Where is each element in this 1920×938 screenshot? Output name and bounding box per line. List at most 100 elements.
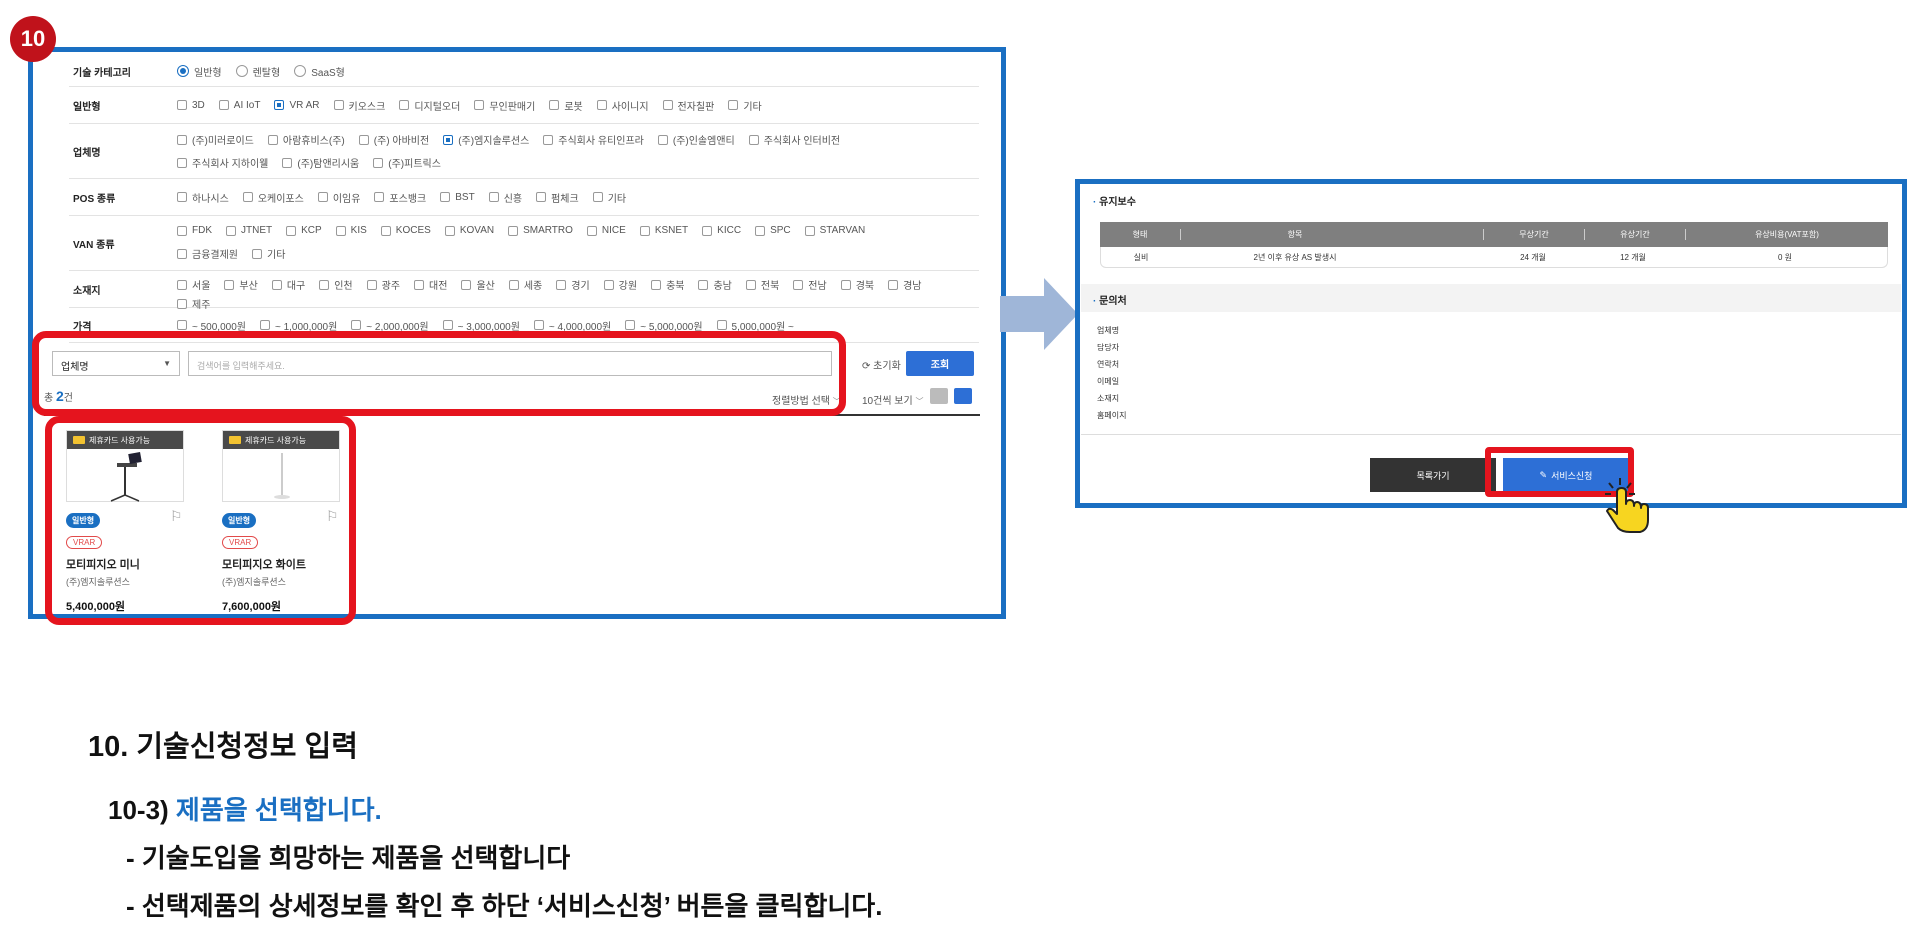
checkbox-icon[interactable] — [177, 192, 187, 202]
checkbox-icon[interactable] — [399, 100, 410, 110]
checkbox-option[interactable]: 3D — [177, 100, 205, 111]
checkbox-icon[interactable] — [592, 192, 603, 202]
checkbox-icon[interactable] — [508, 279, 519, 290]
checkbox-icon[interactable] — [662, 100, 673, 110]
checkbox-icon[interactable] — [177, 298, 187, 309]
radio-option[interactable]: 렌탈형 — [235, 64, 280, 79]
checkbox-option[interactable]: (주)인솔엠앤티 — [657, 132, 735, 147]
radio-icon[interactable] — [294, 65, 307, 77]
checkbox-option[interactable]: (주)엠지솔루션스 — [443, 132, 529, 147]
checkbox-option[interactable]: 기타 — [592, 190, 626, 205]
checkbox-option[interactable]: 금융결제원 — [177, 246, 238, 261]
checkbox-icon[interactable] — [373, 157, 384, 168]
checkbox-option[interactable]: 오케이포스 — [242, 190, 304, 205]
radio-option[interactable]: 일반형 — [177, 64, 222, 79]
checkbox-icon[interactable] — [755, 225, 766, 236]
checkbox-icon[interactable] — [698, 279, 709, 290]
checkbox-option[interactable]: SPC — [755, 225, 791, 236]
checkbox-icon[interactable] — [728, 100, 739, 110]
checkbox-option[interactable]: 인천 — [319, 277, 353, 292]
checkbox-icon[interactable] — [358, 134, 369, 145]
checkbox-icon[interactable] — [536, 192, 547, 202]
checkbox-icon[interactable] — [804, 225, 815, 236]
checkbox-icon[interactable] — [224, 279, 235, 290]
checkbox-icon[interactable] — [533, 320, 544, 330]
checkbox-option[interactable]: 사이니지 — [596, 98, 649, 113]
checkbox-icon[interactable] — [488, 192, 499, 202]
checkbox-option[interactable]: JTNET — [226, 225, 272, 236]
checkbox-icon[interactable] — [443, 134, 454, 145]
checkbox-option[interactable]: 아람휴비스(주) — [267, 132, 345, 147]
checkbox-icon[interactable] — [442, 320, 453, 330]
checkbox-option[interactable]: 서울 — [177, 277, 210, 292]
checkbox-icon[interactable] — [274, 100, 285, 110]
list-button[interactable]: 목록가기 — [1370, 458, 1496, 492]
checkbox-option[interactable]: 주식회사 인터비전 — [748, 132, 840, 147]
checkbox-icon[interactable] — [319, 279, 330, 290]
checkbox-option[interactable]: VR AR — [274, 100, 320, 111]
checkbox-option[interactable]: (주) 아바비전 — [358, 132, 429, 147]
checkbox-icon[interactable] — [702, 225, 713, 236]
checkbox-option[interactable]: 대전 — [414, 277, 447, 292]
checkbox-option[interactable]: KSNET — [639, 225, 688, 236]
checkbox-option[interactable]: 전자칠판 — [662, 98, 714, 113]
checkbox-option[interactable]: FDK — [177, 225, 212, 236]
checkbox-icon[interactable] — [840, 279, 851, 290]
checkbox-icon[interactable] — [317, 192, 328, 202]
checkbox-option[interactable]: 경기 — [556, 277, 590, 292]
checkbox-icon[interactable] — [242, 192, 253, 202]
checkbox-icon[interactable] — [888, 279, 899, 290]
checkbox-option[interactable]: 전북 — [745, 277, 779, 292]
checkbox-icon[interactable] — [549, 100, 560, 110]
checkbox-option[interactable]: 경북 — [840, 277, 874, 292]
checkbox-icon[interactable] — [259, 320, 270, 330]
checkbox-option[interactable]: 기타 — [252, 246, 285, 261]
checkbox-icon[interactable] — [657, 134, 668, 145]
checkbox-icon[interactable] — [351, 320, 362, 330]
checkbox-icon[interactable] — [440, 192, 451, 202]
checkbox-option[interactable]: KIS — [335, 225, 367, 236]
search-button[interactable]: 조회 — [906, 351, 974, 376]
checkbox-icon[interactable] — [651, 279, 662, 290]
checkbox-option[interactable]: (주)피트릭스 — [373, 155, 441, 170]
checkbox-icon[interactable] — [252, 248, 262, 259]
checkbox-option[interactable]: KOCES — [380, 225, 431, 236]
checkbox-option[interactable]: 무인판매기 — [474, 98, 535, 113]
checkbox-option[interactable]: 이임유 — [317, 190, 360, 205]
checkbox-option[interactable]: AI IoT — [218, 100, 260, 111]
checkbox-option[interactable]: 기타 — [728, 98, 762, 113]
checkbox-icon[interactable] — [745, 279, 756, 290]
checkbox-option[interactable]: 신흥 — [488, 190, 522, 205]
checkbox-icon[interactable] — [380, 225, 391, 236]
checkbox-icon[interactable] — [748, 134, 759, 145]
checkbox-option[interactable]: 충남 — [698, 277, 732, 292]
checkbox-icon[interactable] — [177, 248, 187, 259]
checkbox-icon[interactable] — [218, 100, 229, 110]
checkbox-option[interactable]: 광주 — [366, 277, 400, 292]
checkbox-icon[interactable] — [474, 100, 485, 110]
checkbox-icon[interactable] — [508, 225, 519, 236]
checkbox-option[interactable]: 하나시스 — [177, 190, 229, 205]
checkbox-icon[interactable] — [444, 225, 455, 236]
product-card[interactable]: 제휴카드 사용가능 일반형 VRAR 모티피지오 화이트 (주)엠지솔루션스 7… — [222, 430, 340, 614]
checkbox-option[interactable]: 강원 — [603, 277, 637, 292]
checkbox-icon[interactable] — [716, 320, 727, 330]
checkbox-option[interactable]: 충북 — [651, 277, 684, 292]
reset-button[interactable]: ⟳ 초기화 — [862, 357, 901, 372]
checkbox-icon[interactable] — [461, 279, 472, 290]
product-card[interactable]: 제휴카드 사용가능 일반형 VRAR 모티피지오 미니 (주)엠지솔루션스 5,… — [66, 430, 184, 614]
checkbox-icon[interactable] — [414, 279, 425, 290]
checkbox-icon[interactable] — [177, 225, 187, 236]
checkbox-icon[interactable] — [556, 279, 567, 290]
per-page-select[interactable]: 10건씩 보기 ﹀ — [862, 392, 923, 407]
checkbox-option[interactable]: 주식회사 지하이웰 — [177, 155, 268, 170]
bookmark-icon[interactable]: ⚐ — [170, 508, 183, 525]
checkbox-icon[interactable] — [596, 100, 607, 110]
checkbox-icon[interactable] — [226, 225, 236, 236]
checkbox-option[interactable]: 경남 — [888, 277, 922, 292]
checkbox-icon[interactable] — [543, 134, 554, 145]
checkbox-icon[interactable] — [639, 225, 650, 236]
checkbox-option[interactable]: (주)미러로이드 — [177, 132, 254, 147]
checkbox-option[interactable]: KICC — [702, 225, 741, 236]
checkbox-option[interactable]: 키오스크 — [333, 98, 385, 113]
